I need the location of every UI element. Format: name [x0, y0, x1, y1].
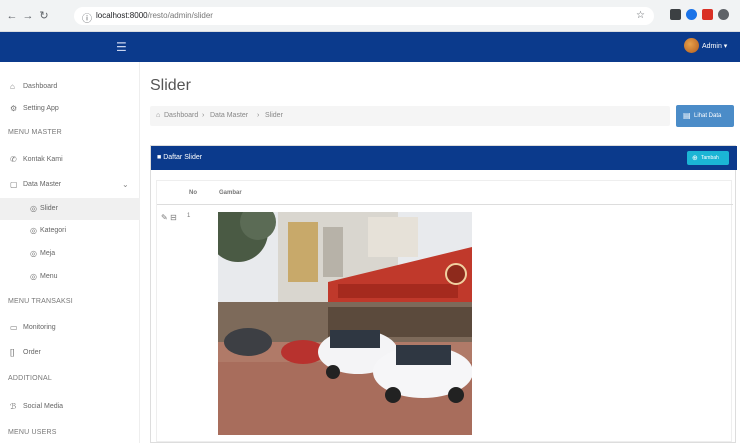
extension-icon[interactable] — [670, 9, 681, 20]
order-icon: [] — [10, 348, 15, 357]
slider-image — [218, 212, 472, 435]
avatar[interactable] — [684, 38, 699, 53]
hamburger-icon[interactable]: ☰ — [116, 40, 127, 54]
reload-icon[interactable]: ↻ — [38, 10, 50, 22]
circle-icon: ◎ — [30, 272, 37, 281]
add-button[interactable]: ⊕ Tambah — [687, 151, 729, 165]
app-header: ☰ Admin ▾ — [0, 32, 740, 62]
column-header-gambar: Gambar — [219, 190, 242, 196]
arrow-left-icon[interactable]: ← — [6, 10, 18, 22]
breadcrumb-separator: › — [257, 112, 260, 119]
breadcrumb: ⌂ Dashboard › Data Master › Slider — [150, 106, 670, 126]
sidebar-item-label: Kategori — [40, 227, 67, 234]
column-header-no: No — [189, 190, 197, 196]
profile-icon[interactable] — [718, 9, 729, 20]
star-icon[interactable]: ☆ — [636, 10, 645, 21]
plus-icon: ⊕ — [692, 155, 698, 162]
sidebar-item-label: Kontak Kami — [23, 156, 63, 163]
social-icon: ℬ — [10, 402, 17, 411]
sidebar-item-data-master[interactable]: ▢ Data Master ⌄ — [0, 174, 140, 196]
sidebar-section-header: MENU MASTER — [8, 129, 62, 136]
sidebar-item-label: Monitoring — [23, 324, 56, 331]
sidebar-section-header: ADDITIONAL — [8, 375, 53, 382]
sidebar-item-kontak-kami[interactable]: ✆ Kontak Kami — [0, 149, 140, 171]
card-title: ■ Daftar Slider — [157, 154, 203, 161]
extension-icon[interactable] — [702, 9, 713, 20]
sidebar-item-social-media[interactable]: ℬ Social Media — [0, 396, 140, 418]
folder-icon: ▢ — [10, 180, 18, 189]
address-bar[interactable]: ⓘ localhost:8000/resto/admin/slider ☆ — [74, 7, 654, 25]
sidebar-item-menu[interactable]: ◎ Menu — [0, 266, 140, 288]
chevron-down-icon: ⌄ — [122, 180, 129, 189]
user-menu[interactable]: Admin ▾ — [702, 42, 727, 50]
list-icon: ▤ — [683, 111, 691, 120]
circle-icon: ◎ — [30, 204, 37, 213]
settings-icon: ⚙ — [10, 104, 18, 113]
circle-icon: ◎ — [30, 249, 37, 258]
sidebar-item-label: Data Master — [23, 181, 62, 188]
sidebar-item-order[interactable]: [] Order — [0, 342, 140, 364]
sidebar-item-label: Meja — [40, 250, 56, 257]
info-icon[interactable]: ⓘ — [82, 10, 92, 25]
browser-toolbar: ← → ↻ ⓘ localhost:8000/resto/admin/slide… — [0, 0, 740, 32]
phone-icon: ✆ — [10, 155, 17, 164]
breadcrumb-item[interactable]: Data Master — [210, 112, 248, 119]
table-header-row: No Gambar — [157, 181, 733, 205]
arrow-right-icon[interactable]: → — [22, 10, 34, 22]
monitor-icon: ▭ — [10, 323, 18, 332]
view-data-button[interactable]: ▤ Lihat Data — [676, 105, 734, 127]
sidebar-item-setting-app[interactable]: ⚙ Setting App — [0, 98, 140, 120]
row-number: 1 — [187, 213, 191, 219]
sidebar-section-header: MENU TRANSAKSI — [8, 298, 73, 305]
extension-icon[interactable] — [686, 9, 697, 20]
sidebar-item-label: Dashboard — [23, 83, 58, 90]
sidebar-item-slider[interactable]: ◎ Slider — [0, 198, 140, 220]
sidebar-item-dashboard[interactable]: ⌂ Dashboard — [0, 76, 140, 98]
sidebar-item-monitoring[interactable]: ▭ Monitoring — [0, 317, 140, 339]
card-header: ■ Daftar Slider ⊕ Tambah — [151, 146, 737, 170]
breadcrumb-separator: › — [202, 112, 205, 119]
home-icon: ⌂ — [10, 82, 15, 91]
breadcrumb-item: Slider — [265, 112, 283, 119]
sidebar-item-label: Order — [23, 349, 41, 356]
home-icon: ⌂ — [156, 112, 161, 119]
edit-icon[interactable]: ✎ — [161, 213, 168, 222]
sidebar-item-meja[interactable]: ◎ Meja — [0, 243, 140, 265]
url-text[interactable]: localhost:8000/resto/admin/slider — [96, 11, 213, 20]
sidebar-item-label: Slider — [40, 205, 58, 212]
sidebar-item-label: Menu — [40, 273, 58, 280]
circle-icon: ◎ — [30, 226, 37, 235]
sidebar-section-header: MENU USERS — [8, 429, 57, 436]
sidebar-item-kategori[interactable]: ◎ Kategori — [0, 220, 140, 242]
sidebar-item-label: Setting App — [23, 105, 59, 112]
sidebar: ⌂ Dashboard ⚙ Setting App MENU MASTER ✆ … — [0, 62, 140, 443]
delete-icon[interactable]: ⊟ — [170, 213, 177, 222]
breadcrumb-item[interactable]: Dashboard — [164, 112, 198, 119]
page-title: Slider — [150, 77, 191, 94]
row-actions: ✎ ⊟ — [161, 213, 177, 222]
sidebar-item-label: Social Media — [23, 403, 64, 410]
